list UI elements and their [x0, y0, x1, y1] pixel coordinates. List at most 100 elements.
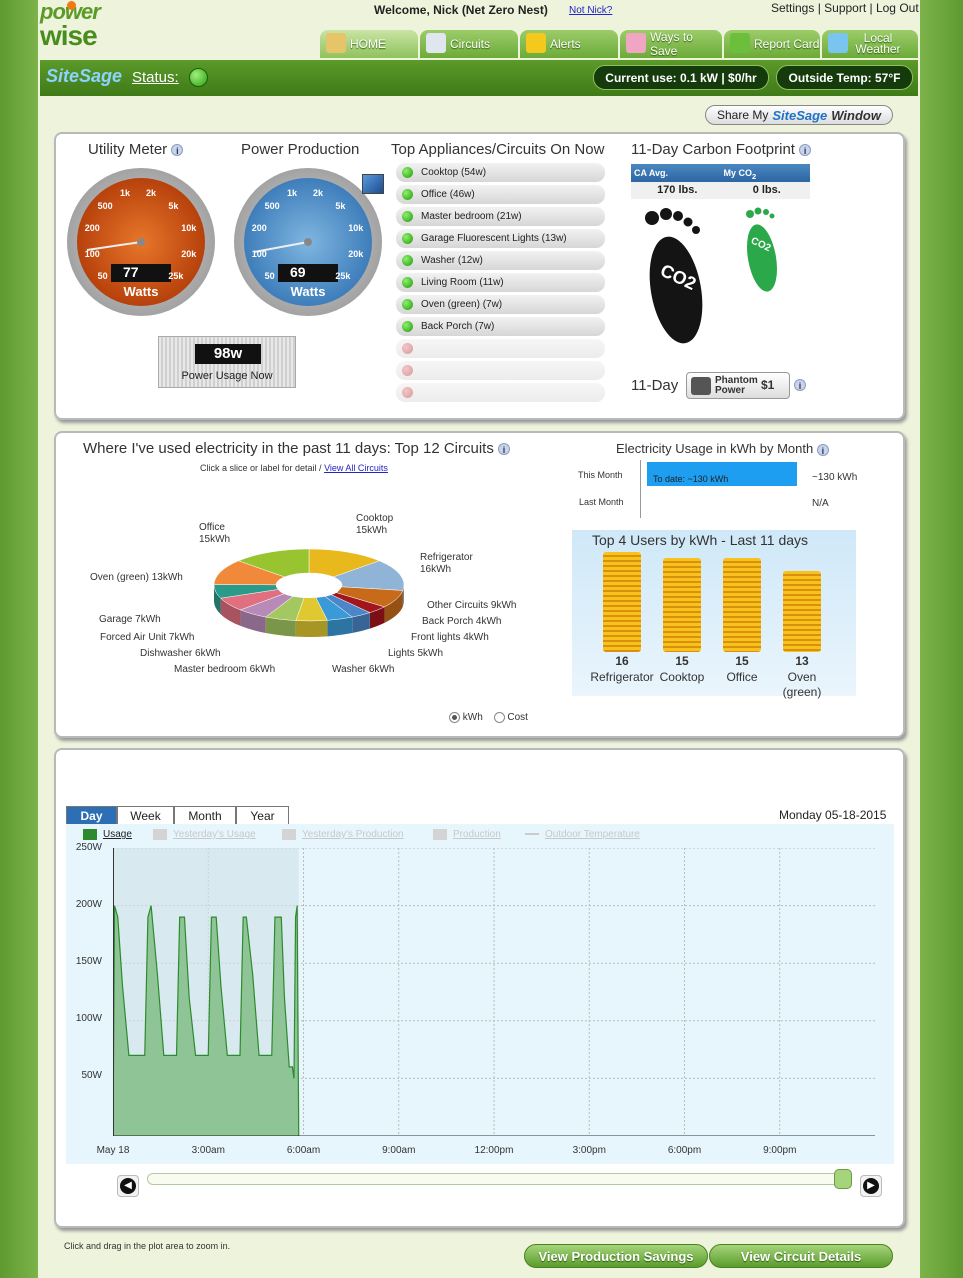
- coin-bar[interactable]: [723, 558, 761, 652]
- pie-label[interactable]: Refrigerator 16kWh: [420, 552, 473, 576]
- appliance-label: Master bedroom (21w): [421, 211, 522, 222]
- tab-day[interactable]: Day: [66, 806, 117, 825]
- gauge-value: 69: [278, 264, 338, 282]
- coin-bar[interactable]: [603, 552, 641, 652]
- status-indicator-icon: [189, 68, 208, 87]
- x-tick-label: 3:00am: [191, 1145, 225, 1156]
- gauge-tick-label: 10k: [348, 223, 364, 234]
- appliance-item[interactable]: Oven (green) (7w): [396, 295, 605, 314]
- legend-yesterday-usage[interactable]: Yesterday's Usage: [153, 829, 256, 840]
- pie-label[interactable]: Garage 7kWh: [99, 614, 161, 626]
- appliance-item[interactable]: Back Porch (7w): [396, 317, 605, 336]
- next-day-button[interactable]: ▶: [860, 1175, 882, 1197]
- pie-label[interactable]: Back Porch 4kWh: [422, 616, 501, 628]
- info-icon[interactable]: i: [816, 443, 829, 456]
- tab-label: Report Card: [754, 37, 820, 51]
- x-tick-label: 3:00pm: [572, 1145, 606, 1156]
- info-icon[interactable]: i: [799, 144, 812, 157]
- pie-label[interactable]: Dishwasher 6kWh: [140, 648, 221, 660]
- share-window-button[interactable]: Share My SiteSage Window: [705, 105, 893, 125]
- cost-label: Cost: [507, 712, 528, 724]
- tab-label: Ways to Save: [650, 30, 693, 58]
- solar-panel-icon[interactable]: [362, 174, 384, 194]
- tab-local-weather[interactable]: Local Weather: [822, 30, 918, 58]
- y-tick-label: 50W: [81, 1070, 102, 1081]
- legend-usage[interactable]: Usage: [83, 829, 132, 840]
- welcome-text: Welcome, Nick (Net Zero Nest): [374, 3, 548, 17]
- status-led-icon: [402, 189, 413, 200]
- usage-now-value: 98w: [195, 344, 261, 364]
- tab-ways-to-save[interactable]: Ways to Save: [620, 30, 722, 58]
- legend-production[interactable]: Production: [433, 829, 501, 840]
- pie-label[interactable]: Lights 5kWh: [388, 648, 443, 660]
- gauge-tick-label: 100: [84, 248, 100, 259]
- main-nav: HOME Circuits Alerts Ways to Save Report…: [320, 30, 920, 58]
- pie-label[interactable]: Cooktop 15kWh: [356, 513, 393, 537]
- top-links[interactable]: Settings | Support | Log Out: [771, 1, 919, 15]
- tab-circuits[interactable]: Circuits: [420, 30, 518, 58]
- my-footprint-icon: CO2: [746, 207, 777, 292]
- pie-label[interactable]: Forced Air Unit 7kWh: [100, 632, 194, 644]
- range-slider-handle[interactable]: [834, 1169, 852, 1189]
- axis-line: [640, 460, 641, 518]
- kwh-radio[interactable]: [449, 712, 460, 723]
- info-icon[interactable]: i: [794, 379, 806, 391]
- appliance-item[interactable]: Living Room (11w): [396, 273, 605, 292]
- appliance-item[interactable]: [396, 361, 605, 380]
- pie-label[interactable]: Master bedroom 6kWh: [174, 664, 275, 676]
- pie-label[interactable]: Washer 6kWh: [332, 664, 394, 676]
- circuit-icon: [426, 33, 446, 53]
- phantom-power-button[interactable]: Phantom Power $1: [686, 372, 790, 399]
- ca-avg-value: 170 lbs.: [657, 184, 698, 196]
- this-month-value: ~130 kWh: [812, 472, 858, 483]
- tab-home[interactable]: HOME: [320, 30, 418, 58]
- pie-label[interactable]: Office 15kWh: [199, 522, 230, 546]
- range-slider-track[interactable]: [147, 1173, 849, 1185]
- usage-area-chart[interactable]: [113, 848, 875, 1136]
- appliance-item[interactable]: Office (46w): [396, 185, 605, 204]
- tab-week[interactable]: Week: [117, 806, 174, 825]
- tab-year[interactable]: Year: [236, 806, 289, 825]
- outside-temp-badge: Outside Temp: 57°F: [776, 65, 913, 90]
- view-circuit-details-button[interactable]: View Circuit Details: [709, 1244, 893, 1268]
- tab-label: Alerts: [550, 37, 581, 51]
- not-user-link[interactable]: Not Nick?: [569, 5, 612, 16]
- appliance-item[interactable]: [396, 383, 605, 402]
- coin-bar[interactable]: [783, 571, 821, 652]
- pie-label[interactable]: Other Circuits 9kWh: [427, 600, 516, 612]
- tab-alerts[interactable]: Alerts: [520, 30, 618, 58]
- this-month-bar[interactable]: To date: ~130 kWh: [647, 462, 797, 486]
- status-led-icon: [402, 321, 413, 332]
- info-icon[interactable]: i: [171, 144, 184, 157]
- gauge-tick-label: 25k: [335, 271, 351, 282]
- appliance-item[interactable]: Cooktop (54w): [396, 163, 605, 182]
- leaf-icon: [730, 33, 750, 53]
- appliance-item[interactable]: Master bedroom (21w): [396, 207, 605, 226]
- cost-radio[interactable]: [493, 712, 505, 723]
- legend-yesterday-production[interactable]: Yesterday's Production: [282, 829, 404, 840]
- info-icon[interactable]: i: [498, 443, 511, 456]
- appliance-item[interactable]: Washer (12w): [396, 251, 605, 270]
- appliance-item[interactable]: Garage Fluorescent Lights (13w): [396, 229, 605, 248]
- tab-report-card[interactable]: Report Card: [724, 30, 820, 58]
- circuits-pie-chart[interactable]: [204, 540, 414, 650]
- powerwise-logo[interactable]: power wise: [40, 1, 110, 58]
- status-link[interactable]: Status:: [132, 69, 179, 86]
- usage-now-label: Power Usage Now: [181, 370, 273, 382]
- x-tick-label: 9:00pm: [763, 1145, 797, 1156]
- view-production-savings-button[interactable]: View Production Savings: [524, 1244, 708, 1268]
- status-led-icon: [402, 365, 413, 376]
- pie-label[interactable]: Oven (green) 13kWh: [90, 572, 183, 584]
- arrow-left-icon: ◀: [120, 1178, 136, 1194]
- appliance-item[interactable]: [396, 339, 605, 358]
- my-co2-value: 0 lbs.: [752, 184, 781, 196]
- x-tick-label: May 18: [96, 1145, 130, 1156]
- legend-outdoor-temp[interactable]: Outdoor Temperature: [525, 829, 640, 840]
- subtitle-text: Click a slice or label for detail /: [200, 463, 322, 473]
- prev-day-button[interactable]: ◀: [117, 1175, 139, 1197]
- coin-bar[interactable]: [663, 558, 701, 652]
- pie-slice-side[interactable]: [295, 620, 328, 637]
- view-all-circuits-link[interactable]: View All Circuits: [324, 463, 388, 473]
- tab-month[interactable]: Month: [174, 806, 236, 825]
- pie-label[interactable]: Front lights 4kWh: [411, 632, 489, 644]
